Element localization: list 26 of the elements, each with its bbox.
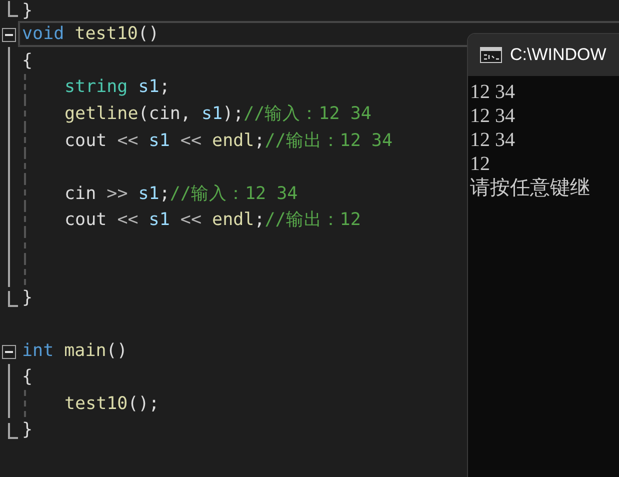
console-output-line: 请按任意键继 — [470, 176, 591, 200]
code-line: } — [22, 0, 33, 20]
collapse-icon[interactable] — [2, 344, 16, 359]
code-line: test10(); — [64, 394, 160, 414]
code-line: cout << s1 << endl;//输出：12 34 — [64, 130, 392, 152]
code-line: { — [22, 367, 33, 388]
code-line: } — [22, 420, 33, 440]
fold-end-line — [8, 291, 18, 308]
code-line: int main() — [22, 340, 128, 361]
console-icon — [480, 47, 502, 63]
code-line: cin >> s1;//输入：12 34 — [64, 182, 298, 205]
fold-end-line — [8, 423, 18, 440]
window-title: C:\WINDOW — [510, 45, 606, 65]
code-line: string s1; — [64, 76, 170, 97]
indent-guide — [24, 390, 26, 417]
code-line: void test10() — [22, 24, 159, 44]
console-output-line: 12 34 — [470, 104, 516, 128]
console-output-line: 12 — [470, 152, 491, 176]
collapse-icon[interactable] — [2, 28, 16, 42]
code-line: cout << s1 << endl;//输出：12 — [64, 208, 361, 231]
console-output-line: 12 34 — [470, 80, 516, 104]
code-line: { — [22, 50, 33, 71]
console-output-line: 12 34 — [470, 128, 516, 152]
code-line: getline(cin, s1);//输入：12 34 — [64, 103, 372, 126]
fold-end-line — [8, 1, 18, 17]
code-line: } — [22, 288, 33, 308]
